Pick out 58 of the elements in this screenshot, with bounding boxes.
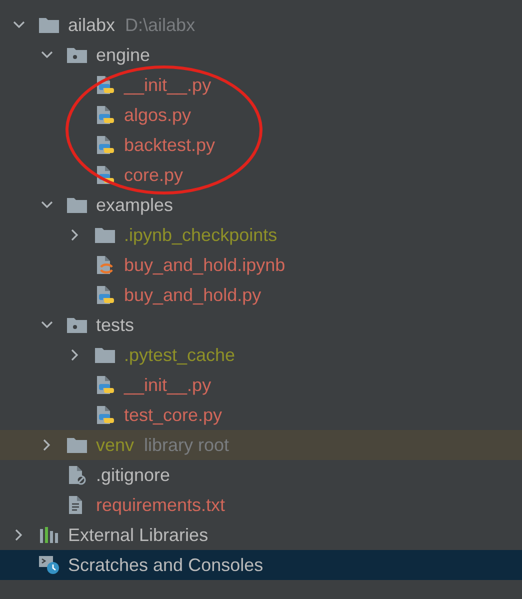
tree-item[interactable]: core.py [0, 160, 522, 190]
tree-item[interactable]: buy_and_hold.py [0, 280, 522, 310]
module-folder-icon [66, 315, 88, 335]
item-label: .ipynb_checkpoints [124, 224, 278, 246]
library-icon [38, 525, 60, 545]
item-label: algos.py [124, 104, 192, 126]
item-hint: library root [144, 434, 230, 456]
folder-icon [94, 225, 116, 245]
item-label: buy_and_hold.py [124, 284, 262, 306]
tree-item[interactable]: backtest.py [0, 130, 522, 160]
tree-item[interactable]: examples [0, 190, 522, 220]
item-label: __init__.py [124, 374, 212, 396]
item-label: venv [96, 434, 134, 456]
folder-icon [66, 195, 88, 215]
ignore-file-icon [66, 465, 88, 485]
python-file-icon [94, 285, 116, 305]
folder-icon [38, 15, 60, 35]
tree-item[interactable]: External Libraries [0, 520, 522, 550]
folder-icon [94, 345, 116, 365]
item-label: requirements.txt [96, 494, 226, 516]
tree-item[interactable]: venv library root [0, 430, 522, 460]
tree-item[interactable]: .gitignore [0, 460, 522, 490]
item-label: External Libraries [68, 524, 208, 546]
item-label: tests [96, 314, 134, 336]
python-file-icon [94, 165, 116, 185]
tree-item[interactable]: engine [0, 40, 522, 70]
scratch-console-icon [38, 555, 60, 575]
tree-item[interactable]: test_core.py [0, 400, 522, 430]
tree-item[interactable]: .pytest_cache [0, 340, 522, 370]
tree-item[interactable]: requirements.txt [0, 490, 522, 520]
python-file-icon [94, 105, 116, 125]
item-label: __init__.py [124, 74, 212, 96]
tree-item[interactable]: __init__.py [0, 370, 522, 400]
item-label: backtest.py [124, 134, 216, 156]
item-label: engine [96, 44, 150, 66]
tree-item[interactable]: .ipynb_checkpoints [0, 220, 522, 250]
item-label: ailabx [68, 14, 116, 36]
tree-item[interactable]: tests [0, 310, 522, 340]
item-label: core.py [124, 164, 184, 186]
notebook-file-icon [94, 255, 116, 275]
python-file-icon [94, 135, 116, 155]
item-label: Scratches and Consoles [68, 554, 264, 576]
item-label: buy_and_hold.ipynb [124, 254, 286, 276]
tree-item[interactable]: Scratches and Consoles [0, 550, 522, 580]
tree-item[interactable]: ailabx D:\ailabx [0, 10, 522, 40]
item-label: examples [96, 194, 174, 216]
item-label: test_core.py [124, 404, 222, 426]
module-folder-icon [66, 45, 88, 65]
item-label: .gitignore [96, 464, 170, 486]
item-hint: D:\ailabx [125, 14, 196, 36]
item-label: .pytest_cache [124, 344, 236, 366]
folder-icon [66, 435, 88, 455]
tree-item[interactable]: buy_and_hold.ipynb [0, 250, 522, 280]
python-file-icon [94, 75, 116, 95]
tree-item[interactable]: __init__.py [0, 70, 522, 100]
python-file-icon [94, 375, 116, 395]
tree-item[interactable]: algos.py [0, 100, 522, 130]
python-file-icon [94, 405, 116, 425]
